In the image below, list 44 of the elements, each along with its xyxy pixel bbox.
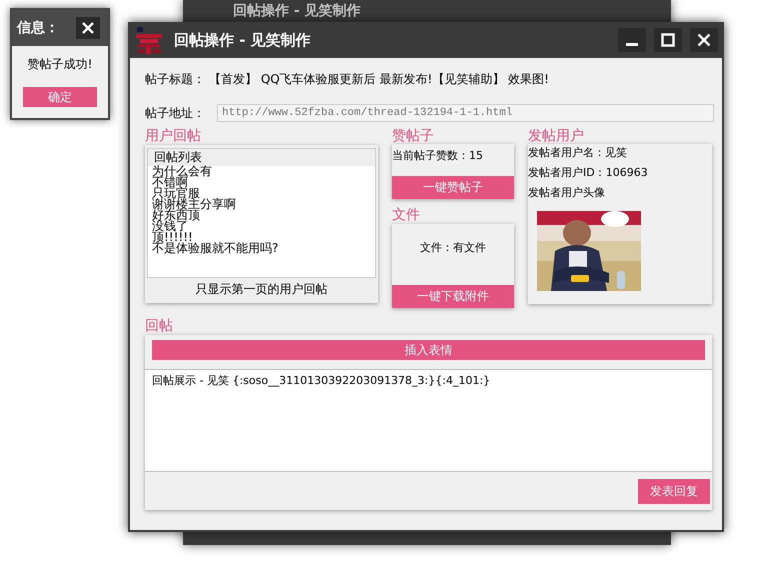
download-button[interactable]: 一键下载附件 — [392, 285, 514, 308]
list-header: 回帖列表 — [148, 149, 375, 166]
maximize-icon — [661, 33, 675, 47]
section-heading: 文件 — [392, 207, 420, 224]
reply-item[interactable]: 不是体验服就不能用吗? — [148, 243, 375, 254]
maximize-button[interactable] — [654, 28, 682, 52]
insert-emoji-button[interactable]: 插入表情 — [152, 340, 705, 360]
close-icon — [82, 22, 94, 34]
minimize-button[interactable] — [618, 28, 646, 52]
section-heading: 回帖 — [145, 318, 173, 335]
avatar-label: 发帖者用户头像 — [528, 186, 606, 199]
section-heading: 用户回帖 — [145, 128, 201, 145]
file-status: 文件：有文件 — [419, 240, 487, 255]
poster-name: 发帖者用户名：见笑 — [528, 146, 628, 159]
window-title: 回帖操作 - 见笑制作 — [233, 3, 361, 19]
post-title-label: 帖子标题： — [145, 70, 205, 88]
dialog-title: 信息： — [17, 19, 59, 37]
reply-text: 回帖展示 - 见笑 {:soso__3110130392203091378_3:}{:4_101:} — [152, 374, 490, 387]
minimize-icon — [626, 42, 638, 46]
window-title: 回帖操作 - 见笑制作 — [174, 30, 311, 50]
reply-item[interactable]: 顶!!!!!! — [148, 232, 375, 243]
like-button[interactable]: 一键赞帖子 — [392, 176, 514, 199]
message-text: 赞帖子成功! — [28, 56, 92, 73]
reply-list[interactable]: 回帖列表 为什么会有 不错啊 只玩官服 谢谢楼主分享啊 好东西顶 没钱了 顶!!!!!! 不是体验服就不能用吗? — [147, 148, 376, 278]
reply-item[interactable]: 为什么会有 — [148, 166, 375, 177]
section-heading: 赞帖子 — [392, 128, 434, 145]
close-icon — [697, 33, 711, 47]
logo-icon — [134, 25, 164, 55]
reply-item[interactable]: 没钱了 — [148, 221, 375, 232]
section-heading: 发帖用户 — [528, 128, 584, 145]
reply-item[interactable]: 好东西顶 — [148, 210, 375, 221]
reply-text-area[interactable]: 回帖展示 - 见笑 {:soso__3110130392203091378_3:}{:4_101:} — [145, 370, 712, 472]
close-button[interactable] — [690, 28, 718, 52]
post-url-label: 帖子地址： — [145, 104, 205, 122]
url-field[interactable]: http://www.52fzba.com/thread-132194-1-1.html — [217, 104, 714, 122]
close-button[interactable] — [76, 17, 100, 39]
reply-item[interactable]: 只玩官服 — [148, 188, 375, 199]
poster-id: 发帖者用户ID：106963 — [528, 166, 649, 179]
reply-item[interactable]: 谢谢楼主分享啊 — [148, 199, 375, 210]
post-title-value: 【首发】 QQ飞车体验服更新后 最新发布!【见笑辅助】 效果图! — [209, 70, 549, 88]
like-count: 当前帖子赞数：15 — [392, 148, 484, 163]
submit-reply-button[interactable]: 发表回复 — [638, 478, 710, 504]
ok-button[interactable]: 确定 — [23, 87, 97, 107]
reply-item[interactable]: 不错啊 — [148, 177, 375, 188]
